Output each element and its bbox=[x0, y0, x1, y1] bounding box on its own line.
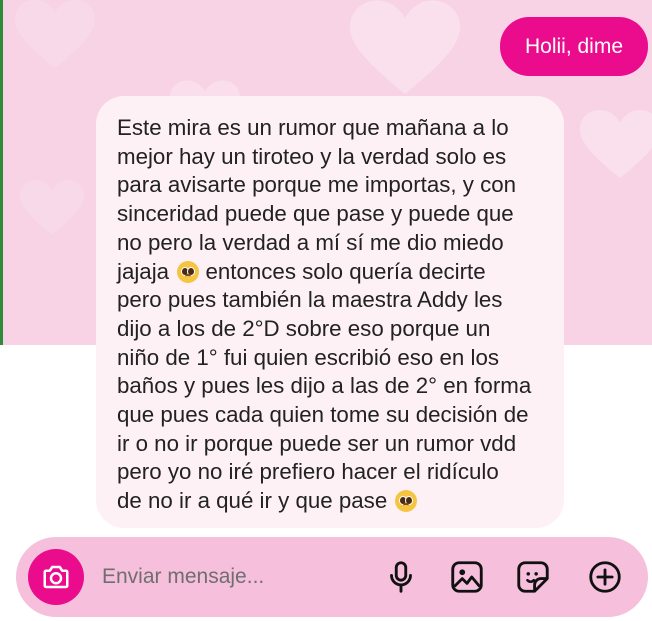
outgoing-message-text: Holii, dime bbox=[524, 35, 624, 58]
message-line: no pero la verdad a mí sí me dio miedo bbox=[117, 229, 504, 255]
message-line-part: jajaja bbox=[117, 258, 170, 284]
camera-icon bbox=[43, 565, 69, 589]
sticker-icon[interactable] bbox=[514, 558, 552, 596]
camera-button[interactable] bbox=[28, 549, 84, 605]
pleading-face-emoji-icon bbox=[177, 260, 200, 283]
add-circle-icon[interactable] bbox=[586, 558, 624, 596]
message-line: niño de 1° fui quien escribió eso en los bbox=[117, 344, 500, 370]
message-line-part: entonces solo quería decirte bbox=[205, 258, 486, 284]
message-line: pero yo no iré prefiero hacer el ridícul… bbox=[117, 459, 499, 485]
outgoing-message-bubble[interactable]: Holii, dime bbox=[500, 17, 648, 76]
message-line: mejor hay un tiroteo y la verdad solo es bbox=[117, 143, 507, 169]
message-line: dijo a los de 2°D sobre eso porque un bbox=[117, 315, 491, 341]
message-line: jajaja entonces solo quería decirte bbox=[117, 258, 544, 287]
message-composer bbox=[16, 537, 648, 617]
pleading-face-emoji-icon bbox=[395, 490, 418, 513]
heart-decoration bbox=[580, 110, 652, 182]
incoming-message-bubble[interactable]: Este mira es un rumor que mañana a lo me… bbox=[96, 96, 564, 528]
message-line: de no ir a qué ir y que pase bbox=[117, 487, 544, 516]
message-line: Este mira es un rumor que mañana a lo bbox=[117, 115, 509, 140]
message-line-part: de no ir a qué ir y que pase bbox=[117, 488, 388, 514]
window-edge-strip bbox=[0, 0, 3, 345]
message-line: que pues cada quien tome su decisión de bbox=[117, 402, 529, 428]
message-line: pero pues también la maestra Addy les bbox=[117, 287, 503, 313]
message-line: para avisarte porque me importas, y con bbox=[117, 172, 517, 198]
image-icon[interactable] bbox=[448, 558, 486, 596]
heart-decoration bbox=[15, 0, 95, 72]
message-line: sinceridad puede que pase y puede que bbox=[117, 201, 514, 227]
microphone-icon[interactable] bbox=[382, 558, 420, 596]
message-input[interactable] bbox=[102, 561, 362, 593]
message-line: ir o no ir porque puede ser un rumor vdd bbox=[117, 430, 517, 456]
message-line: baños y pues les dijo a las de 2° en for… bbox=[117, 373, 532, 399]
heart-decoration bbox=[350, 0, 460, 100]
heart-decoration bbox=[20, 180, 84, 238]
